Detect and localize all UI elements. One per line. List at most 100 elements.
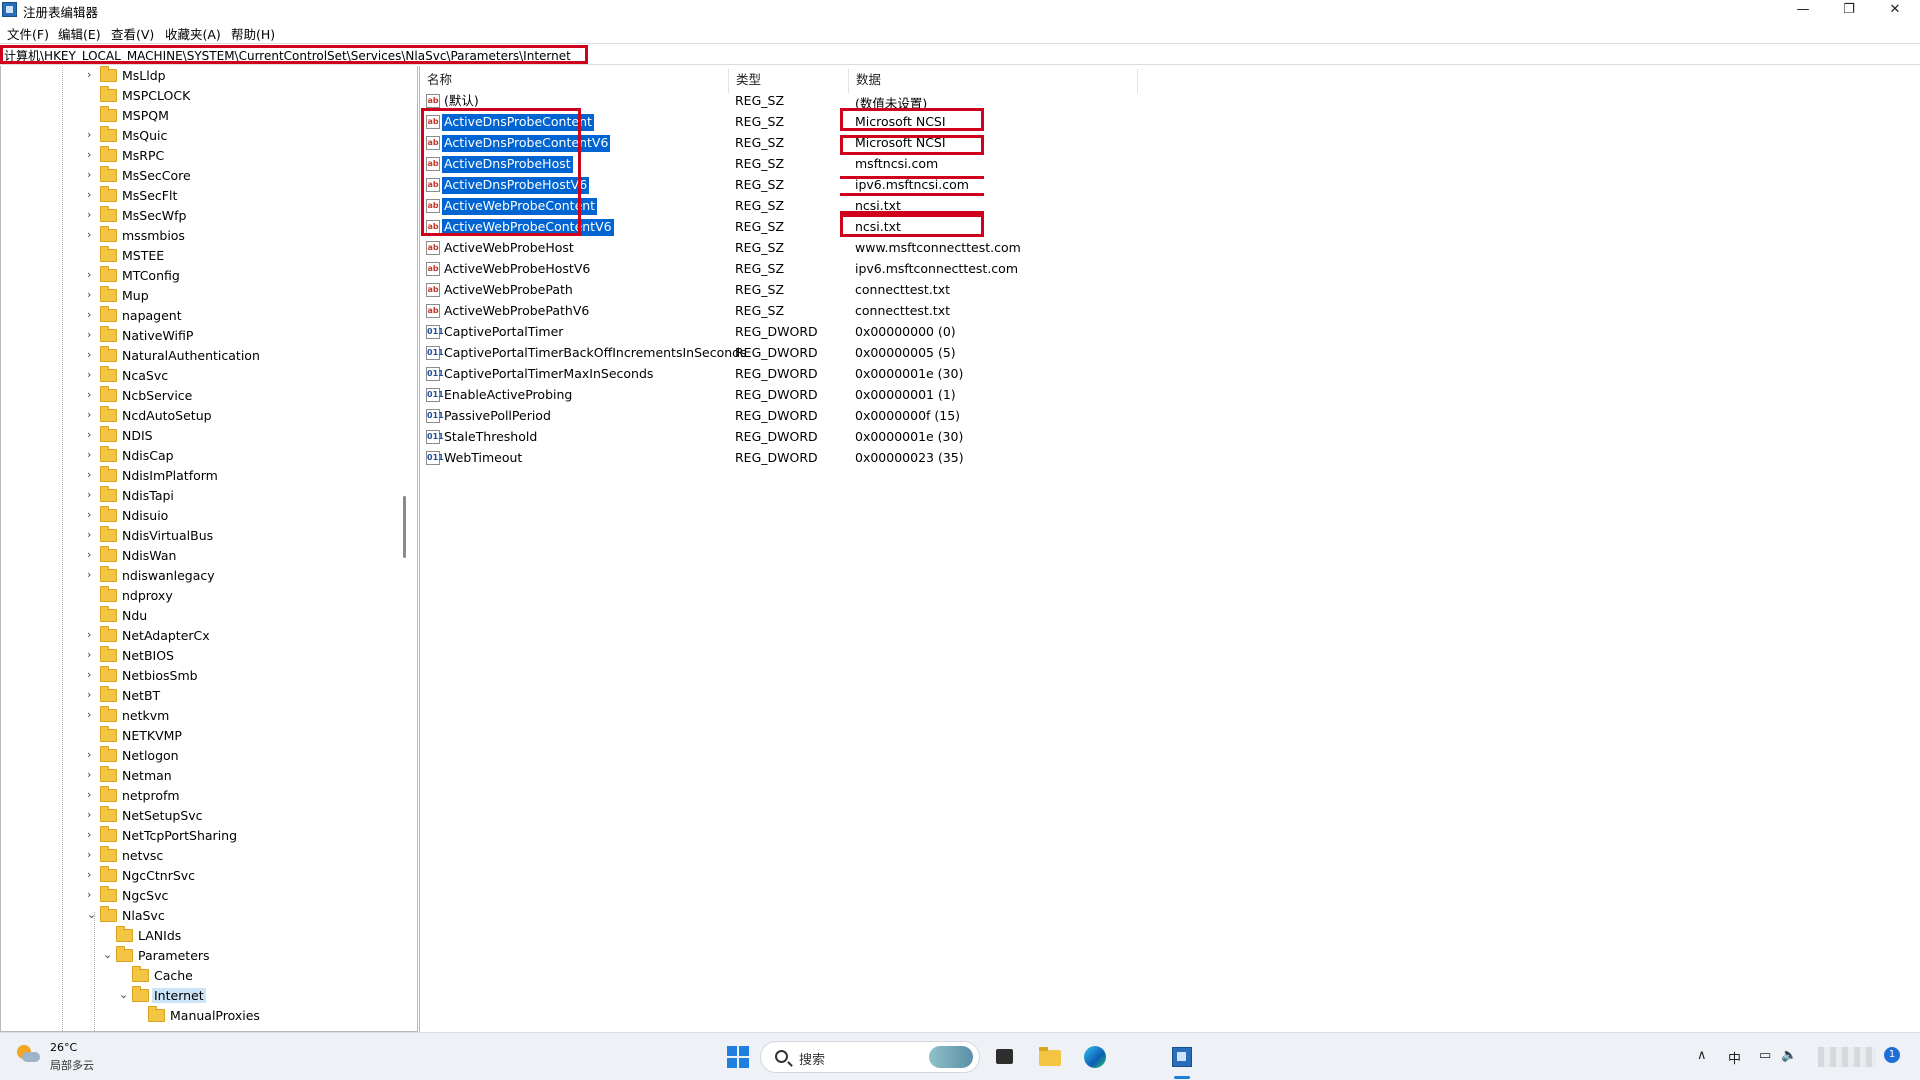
tree-node-label[interactable]: NetAdapterCx	[120, 628, 212, 643]
key-tree[interactable]: › MsLldp MSPCLOCK MSPQM › MsQuic › MsRPC › MsSecC…	[0, 66, 418, 1032]
chevron-right-icon[interactable]: ›	[87, 488, 97, 501]
chevron-right-icon[interactable]: ›	[87, 708, 97, 721]
tree-node[interactable]: › MsQuic	[1, 126, 401, 146]
tree-node-label[interactable]: NaturalAuthentication	[120, 348, 262, 363]
tree-node[interactable]: MSPCLOCK	[1, 86, 401, 106]
tree-node-label[interactable]: ndiswanlegacy	[120, 568, 217, 583]
chevron-right-icon[interactable]: ›	[87, 748, 97, 761]
tree-node[interactable]: › MTConfig	[1, 266, 401, 286]
tree-node[interactable]: › NdisVirtualBus	[1, 526, 401, 546]
tree-node-label[interactable]: ndproxy	[120, 588, 175, 603]
close-button[interactable]: ✕	[1872, 0, 1918, 21]
tree-node-label[interactable]: NcbService	[120, 388, 194, 403]
tree-node[interactable]: › MsSecFlt	[1, 186, 401, 206]
tree-node-label[interactable]: MSPQM	[120, 108, 171, 123]
chevron-right-icon[interactable]: ›	[87, 648, 97, 661]
tree-node-label[interactable]: NativeWifiP	[120, 328, 195, 343]
tree-node[interactable]: › NcdAutoSetup	[1, 406, 401, 426]
tree-node[interactable]: MSTEE	[1, 246, 401, 266]
tree-node-label[interactable]: Netman	[120, 768, 174, 783]
value-row[interactable]: 011 CaptivePortalTimerBackOffIncrementsIn…	[420, 343, 1520, 364]
tree-node-label[interactable]: NdisImPlatform	[120, 468, 220, 483]
value-row[interactable]: 011 CaptivePortalTimerMaxInSeconds REG_DWO…	[420, 364, 1520, 385]
chevron-right-icon[interactable]: ›	[87, 448, 97, 461]
chevron-right-icon[interactable]: ›	[87, 288, 97, 301]
edge-browser-icon[interactable]	[1082, 1044, 1108, 1070]
tree-node-label[interactable]: NetSetupSvc	[120, 808, 205, 823]
volume-icon[interactable]: 🔈	[1781, 1048, 1797, 1063]
chevron-right-icon[interactable]: ›	[87, 788, 97, 801]
tree-node-label[interactable]: NetTcpPortSharing	[120, 828, 239, 843]
tree-node-label[interactable]: NETKVMP	[120, 728, 184, 743]
clock-area[interactable]	[1818, 1047, 1876, 1067]
address-bar[interactable]: 计算机\HKEY_LOCAL_MACHINE\SYSTEM\CurrentCon…	[0, 43, 1920, 65]
tree-node-label[interactable]: NcaSvc	[120, 368, 170, 383]
tree-node[interactable]: › NdisCap	[1, 446, 401, 466]
chevron-right-icon[interactable]: ›	[87, 308, 97, 321]
tree-node[interactable]: › MsRPC	[1, 146, 401, 166]
chevron-right-icon[interactable]: ›	[87, 528, 97, 541]
tree-node[interactable]: › NetBT	[1, 686, 401, 706]
column-header-name[interactable]: 名称	[427, 69, 452, 88]
menu-help[interactable]: 帮助(H)	[231, 24, 275, 43]
value-row[interactable]: ab ActiveDnsProbeHost REG_SZ msftncsi.com	[420, 154, 1520, 175]
regedit-taskbar-icon[interactable]	[1169, 1044, 1195, 1070]
tree-node[interactable]: › netvsc	[1, 846, 401, 866]
tree-node-label[interactable]: netkvm	[120, 708, 171, 723]
chevron-right-icon[interactable]: ›	[87, 348, 97, 361]
value-row[interactable]: 011 PassivePollPeriod REG_DWORD 0x0000000f …	[420, 406, 1520, 427]
tree-node[interactable]: › NetSetupSvc	[1, 806, 401, 826]
column-separator[interactable]	[848, 69, 849, 93]
tree-node-label[interactable]: NgcSvc	[120, 888, 170, 903]
tree-node[interactable]: › MsSecWfp	[1, 206, 401, 226]
tree-node-label[interactable]: LANIds	[136, 928, 183, 943]
tree-node[interactable]: › MsLldp	[1, 66, 401, 86]
tree-node[interactable]: NETKVMP	[1, 726, 401, 746]
value-row[interactable]: ab ActiveWebProbePath REG_SZ connecttest.tx…	[420, 280, 1520, 301]
tree-node[interactable]: › mssmbios	[1, 226, 401, 246]
tree-node-label[interactable]: NetbiosSmb	[120, 668, 200, 683]
tree-node[interactable]: › Ndisuio	[1, 506, 401, 526]
weather-condition[interactable]: 局部多云	[50, 1057, 94, 1073]
tree-node[interactable]: › ndiswanlegacy	[1, 566, 401, 586]
tree-node-label[interactable]: MSPCLOCK	[120, 88, 192, 103]
tree-node[interactable]: › netkvm	[1, 706, 401, 726]
menu-file[interactable]: 文件(F)	[7, 24, 49, 43]
tree-node-label[interactable]: MTConfig	[120, 268, 182, 283]
tree-node[interactable]: LANIds	[1, 926, 401, 946]
chevron-right-icon[interactable]: ›	[87, 508, 97, 521]
tree-node[interactable]: › NcaSvc	[1, 366, 401, 386]
tree-node-label[interactable]: Netlogon	[120, 748, 181, 763]
menu-view[interactable]: 查看(V)	[111, 24, 154, 43]
weather-temperature[interactable]: 26°C	[50, 1041, 77, 1054]
chevron-right-icon[interactable]: ›	[87, 408, 97, 421]
tree-node[interactable]: › NetTcpPortSharing	[1, 826, 401, 846]
tree-node-label[interactable]: napagent	[120, 308, 184, 323]
tree-node[interactable]: › NdisImPlatform	[1, 466, 401, 486]
tree-node[interactable]: ndproxy	[1, 586, 401, 606]
tree-node[interactable]: › NetbiosSmb	[1, 666, 401, 686]
tree-node[interactable]: › napagent	[1, 306, 401, 326]
tree-node-label[interactable]: MsSecFlt	[120, 188, 179, 203]
tree-node[interactable]: › NgcCtnrSvc	[1, 866, 401, 886]
column-header-type[interactable]: 类型	[736, 69, 761, 88]
chevron-right-icon[interactable]: ›	[87, 128, 97, 141]
tree-node-label[interactable]: NdisCap	[120, 448, 176, 463]
tree-node-label[interactable]: NcdAutoSetup	[120, 408, 214, 423]
chevron-right-icon[interactable]: ›	[87, 628, 97, 641]
chevron-down-icon[interactable]: ⌄	[103, 948, 113, 961]
tree-node-label[interactable]: Parameters	[136, 948, 212, 963]
chevron-right-icon[interactable]: ›	[87, 888, 97, 901]
chevron-right-icon[interactable]: ›	[87, 828, 97, 841]
file-explorer-icon[interactable]	[1037, 1044, 1063, 1070]
tree-node-label[interactable]: Ndisuio	[120, 508, 170, 523]
value-row[interactable]: 011 CaptivePortalTimer REG_DWORD 0x00000000…	[420, 322, 1520, 343]
tree-node[interactable]: › NetBIOS	[1, 646, 401, 666]
tree-node[interactable]: › Netlogon	[1, 746, 401, 766]
start-button[interactable]	[727, 1046, 749, 1068]
value-row[interactable]: ab ActiveWebProbeHost REG_SZ www.msftconnec…	[420, 238, 1520, 259]
tree-node[interactable]: Cache	[1, 966, 401, 986]
tree-node-label[interactable]: MsSecCore	[120, 168, 193, 183]
tree-node[interactable]: › netprofm	[1, 786, 401, 806]
tree-node-label[interactable]: MsSecWfp	[120, 208, 189, 223]
